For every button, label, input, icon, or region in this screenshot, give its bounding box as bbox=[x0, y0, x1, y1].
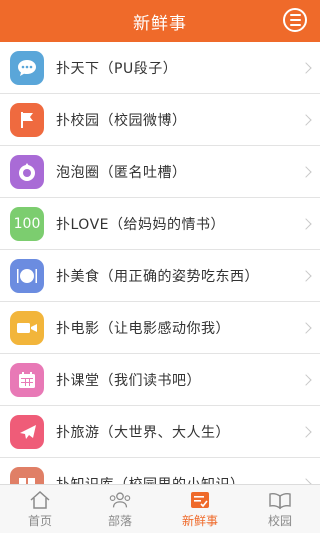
airplane-icon bbox=[10, 414, 44, 449]
list-item-label: 扑天下（PU段子） bbox=[56, 60, 178, 77]
list-item[interactable]: 扑美食（用正确的姿势吃东西） bbox=[0, 250, 320, 302]
list-item[interactable]: 100 扑LOVE（给妈妈的情书） bbox=[0, 198, 320, 250]
tab-bar: 首页 部落 新鲜事 校园 bbox=[0, 484, 320, 533]
list-item[interactable]: 扑旅游（大世界、大人生） bbox=[0, 406, 320, 458]
book-open-icon bbox=[268, 490, 292, 510]
group-icon bbox=[108, 490, 132, 510]
list-item[interactable]: 扑校园（校园微博） bbox=[0, 94, 320, 146]
list-item[interactable]: 扑电影（让电影感动你我） bbox=[0, 302, 320, 354]
book-icon bbox=[10, 466, 44, 485]
chevron-right-icon bbox=[300, 61, 312, 74]
tab-label: 校园 bbox=[267, 513, 292, 528]
news-icon bbox=[188, 490, 212, 510]
list-item[interactable]: 扑天下（PU段子） bbox=[0, 42, 320, 94]
list-item[interactable]: 泡泡圈（匿名吐槽） bbox=[0, 146, 320, 198]
calendar-icon bbox=[10, 362, 44, 397]
list-item-label: 扑电影（让电影感动你我） bbox=[56, 320, 230, 337]
speech-bubble-icon bbox=[10, 50, 44, 85]
page-title: 新鲜事 bbox=[133, 13, 187, 34]
chevron-right-icon bbox=[300, 373, 312, 386]
list-item-label: 扑美食（用正确的姿势吃东西） bbox=[56, 268, 259, 285]
list-item-label: 扑课堂（我们读书吧） bbox=[56, 372, 201, 389]
menu-icon[interactable] bbox=[283, 8, 307, 32]
hundred-icon: 100 bbox=[10, 206, 44, 241]
list-item-label: 扑校园（校园微博） bbox=[56, 112, 187, 129]
tab-tribe[interactable]: 部落 bbox=[80, 485, 160, 533]
list-item[interactable]: 扑知识库（校园里的小知识） bbox=[0, 458, 320, 485]
tab-label: 部落 bbox=[107, 513, 132, 528]
chevron-right-icon bbox=[300, 217, 312, 230]
chevron-right-icon bbox=[300, 165, 312, 178]
tab-news[interactable]: 新鲜事 bbox=[160, 485, 240, 533]
list-item[interactable]: 扑课堂（我们读书吧） bbox=[0, 354, 320, 406]
tab-label: 新鲜事 bbox=[181, 513, 218, 528]
tab-campus[interactable]: 校园 bbox=[240, 485, 320, 533]
tab-label: 首页 bbox=[27, 513, 52, 528]
list-item-label: 扑旅游（大世界、大人生） bbox=[56, 424, 230, 441]
flag-icon bbox=[10, 102, 44, 137]
bubble-circle-icon bbox=[10, 154, 44, 189]
chevron-right-icon bbox=[300, 269, 312, 282]
category-list: 扑天下（PU段子） 扑校园（校园微博） 泡泡圈（匿名吐槽） 100 扑LOVE（… bbox=[0, 42, 320, 485]
list-item-label: 泡泡圈（匿名吐槽） bbox=[56, 164, 187, 181]
chevron-right-icon bbox=[300, 113, 312, 126]
app-header: 新鲜事 bbox=[0, 0, 320, 42]
chevron-right-icon bbox=[300, 425, 312, 438]
tab-home[interactable]: 首页 bbox=[0, 485, 80, 533]
video-camera-icon bbox=[10, 310, 44, 345]
home-icon bbox=[28, 490, 52, 510]
list-item-label: 扑LOVE（给妈妈的情书） bbox=[56, 216, 225, 233]
chevron-right-icon bbox=[300, 321, 312, 334]
dining-icon bbox=[10, 258, 44, 293]
